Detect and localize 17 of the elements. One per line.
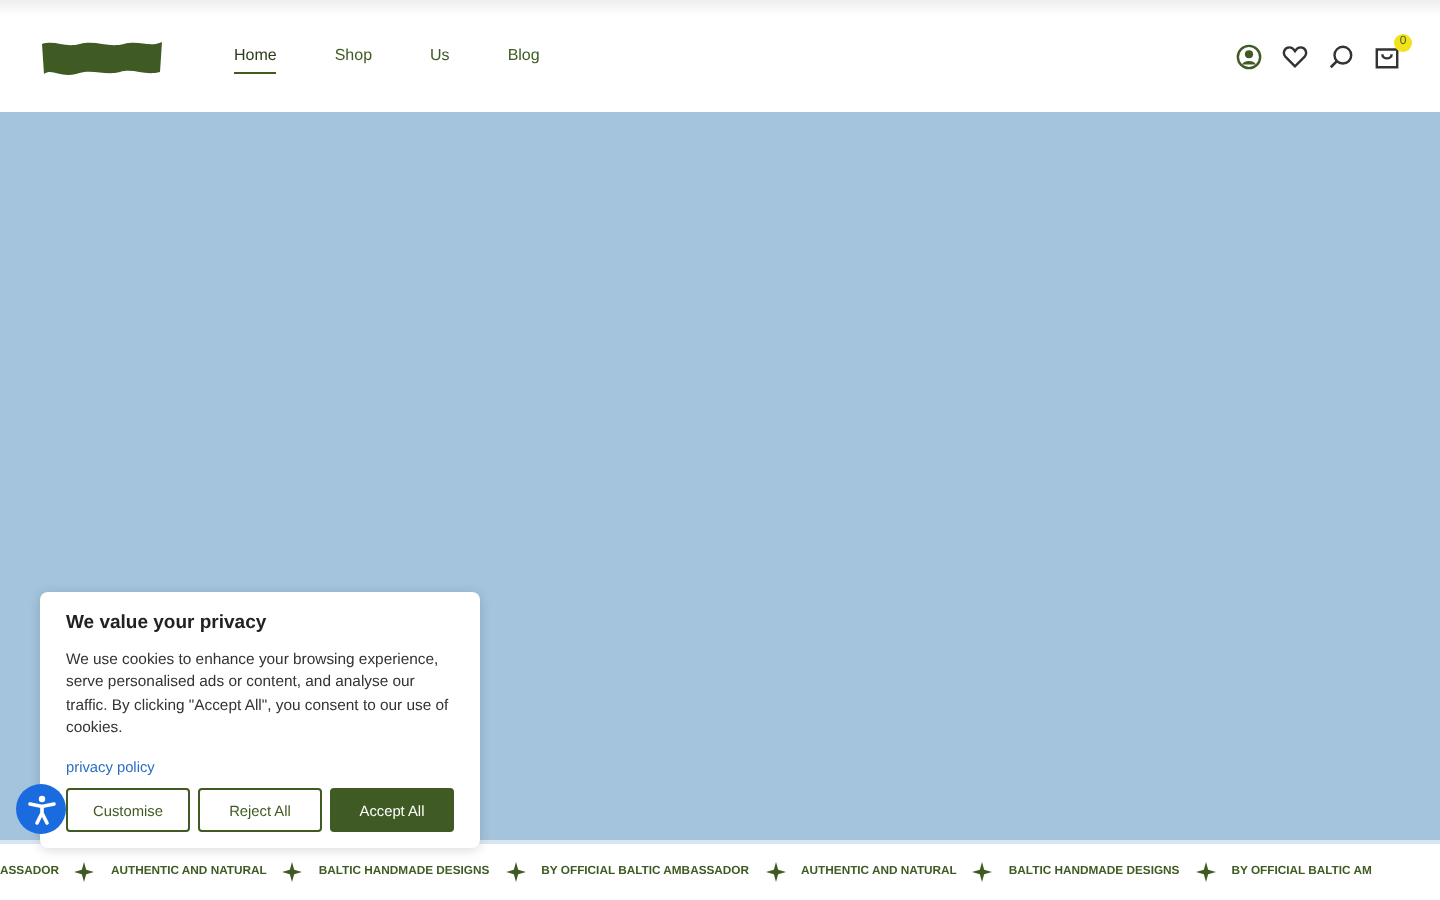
cart-icon[interactable]: [1374, 43, 1400, 69]
star-icon: [765, 862, 786, 882]
nav-link[interactable]: Shop: [334, 38, 373, 74]
star-icon: [505, 862, 526, 882]
account-icon[interactable]: [1236, 43, 1262, 69]
heart-icon[interactable]: [1282, 43, 1308, 69]
accessibility-icon: [25, 793, 57, 825]
nav-link[interactable]: Us: [430, 38, 450, 74]
star-icon: [1195, 862, 1216, 882]
nav-link[interactable]: Home: [234, 38, 277, 74]
logo-drawing[interactable]: [40, 38, 164, 78]
star-icon: [74, 862, 95, 882]
star-icon: [282, 862, 303, 882]
search-icon[interactable]: [1328, 43, 1354, 69]
cookie-title: We value your privacy: [66, 612, 269, 634]
nav-link[interactable]: Blog: [507, 38, 540, 74]
star-icon: [972, 862, 993, 882]
